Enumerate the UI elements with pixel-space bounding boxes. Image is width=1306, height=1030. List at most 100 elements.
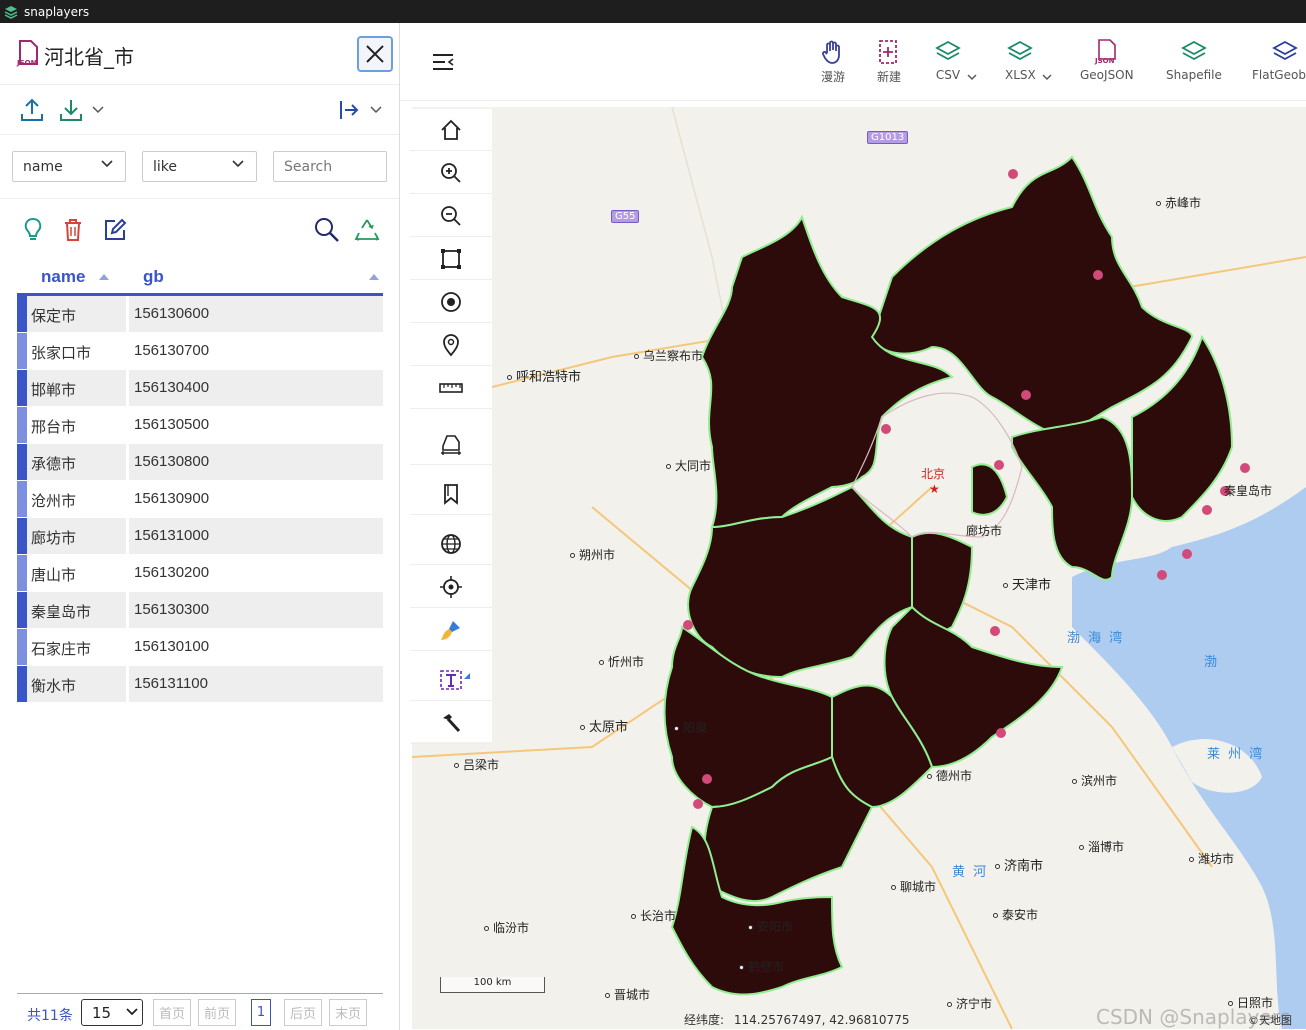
next-page-button[interactable]: 后页 — [284, 999, 322, 1026]
column-header-gb[interactable]: gb — [143, 267, 164, 287]
refresh-button[interactable] — [350, 213, 384, 247]
search-input[interactable] — [273, 151, 387, 182]
cell-separator — [126, 296, 129, 332]
toolbar-xlsx-button[interactable]: XLSX — [1005, 39, 1052, 82]
map-canvas[interactable]: G1013 G55 赤峰市 乌兰察布市 呼和浩特市 大同市 北京 ★ 廊坊市 天津市 秦皇岛市 朔州市… — [412, 107, 1306, 1029]
text-tool-tool-button[interactable] — [410, 659, 492, 701]
text-tool-icon — [440, 669, 462, 690]
toolbar-新建-button[interactable]: 新建 — [876, 39, 902, 85]
table-row[interactable]: 承德市 156130800 — [17, 444, 383, 481]
feature-tangshan[interactable] — [1011, 415, 1134, 581]
target-icon — [441, 291, 461, 312]
close-button[interactable] — [357, 36, 393, 72]
zoom-in-tool-button[interactable] — [410, 152, 492, 194]
toolbar-漫游-button[interactable]: 漫游 — [820, 39, 846, 85]
edit-button[interactable] — [98, 213, 132, 247]
map-label-text: 乌兰察布市 — [643, 349, 704, 363]
toolbar-geojson-button[interactable]: JSON GeoJSON — [1080, 39, 1134, 82]
row-indicator[interactable] — [17, 333, 27, 369]
zoom-out-tool-button[interactable] — [410, 195, 492, 237]
sort-asc-icon[interactable] — [369, 274, 379, 280]
hammer-tool-button[interactable] — [410, 702, 492, 744]
highlight-button[interactable] — [16, 213, 50, 247]
feature-beijing-hole[interactable] — [971, 463, 1009, 516]
row-indicator[interactable] — [17, 481, 27, 517]
cell-name: 衡水市 — [31, 677, 77, 695]
sidebar-toggle-button[interactable] — [426, 45, 460, 79]
crosshair-tool-button[interactable] — [410, 566, 492, 608]
select-box-tool-button[interactable] — [410, 238, 492, 280]
table-row[interactable]: 保定市 156130600 — [17, 296, 383, 333]
feature-chengde[interactable] — [870, 155, 1194, 439]
map-label-text: 秦皇岛市 — [1224, 484, 1273, 498]
export-dropdown[interactable] — [364, 93, 388, 127]
row-indicator[interactable] — [17, 555, 27, 591]
row-indicator[interactable] — [17, 629, 27, 665]
cell-name: 邯郸市 — [31, 381, 77, 399]
map-place-label: G55 — [611, 210, 640, 223]
map-place-label: 安阳市 — [748, 918, 793, 935]
action-toolbar — [0, 199, 399, 257]
table-row[interactable]: 石家庄市 156130100 — [17, 629, 383, 666]
city-dot-icon — [666, 464, 671, 469]
page-size-select[interactable]: 15 — [81, 999, 143, 1026]
app-logo-icon — [4, 5, 18, 19]
map-label-text: 淄博市 — [1088, 840, 1125, 854]
field-select[interactable]: name — [12, 151, 126, 182]
toolbar-shapefile-button[interactable]: Shapefile — [1166, 39, 1222, 82]
area-measure-tool-button[interactable] — [410, 423, 492, 465]
layers-icon — [935, 40, 961, 61]
bookmark-tool-button[interactable] — [410, 473, 492, 515]
table-row[interactable]: 衡水市 156131100 — [17, 666, 383, 703]
city-dot-icon — [947, 1002, 952, 1007]
delete-button[interactable] — [56, 213, 90, 247]
city-dot-icon — [891, 885, 896, 890]
row-indicator[interactable] — [17, 444, 27, 480]
column-header-name[interactable]: name — [41, 267, 85, 287]
row-indicator[interactable] — [17, 666, 27, 702]
row-indicator[interactable] — [17, 518, 27, 554]
row-indicator[interactable] — [17, 592, 27, 628]
city-dot-icon — [995, 864, 1000, 869]
table-row[interactable]: 沧州市 156130900 — [17, 481, 383, 518]
home-tool-button[interactable] — [410, 109, 492, 151]
map-label-text: 朔州市 — [579, 548, 616, 562]
clear-brush-tool-button[interactable] — [410, 609, 492, 651]
table-row[interactable]: 邯郸市 156130400 — [17, 370, 383, 407]
table-row[interactable]: 张家口市 156130700 — [17, 333, 383, 370]
ruler-tool-button[interactable] — [410, 367, 492, 409]
row-indicator[interactable] — [17, 407, 27, 443]
current-page-button[interactable]: 1 — [251, 999, 271, 1026]
zoom-out-icon — [441, 205, 461, 226]
search-button[interactable] — [310, 213, 344, 247]
crosshair-icon — [440, 575, 462, 598]
row-indicator[interactable] — [17, 370, 27, 406]
target-tool-button[interactable] — [410, 281, 492, 323]
sort-asc-icon[interactable] — [99, 274, 109, 280]
upload-button[interactable] — [15, 93, 49, 127]
toolbar-flatgeobuf-button[interactable]: FlatGeobuf — [1252, 39, 1306, 82]
toolbar-csv-button[interactable]: CSV — [935, 39, 977, 82]
operator-select[interactable]: like — [142, 151, 257, 182]
globe-icon — [441, 533, 461, 554]
table-row[interactable]: 邢台市 156130500 — [17, 407, 383, 444]
globe-tool-button[interactable] — [410, 523, 492, 565]
download-dropdown[interactable] — [86, 93, 110, 127]
city-dot-icon — [570, 553, 575, 558]
export-button[interactable] — [332, 93, 366, 127]
city-dot-icon — [484, 926, 489, 931]
map-place-label: 吕梁市 — [454, 756, 499, 773]
row-indicator[interactable] — [17, 296, 27, 332]
table-row[interactable]: 廊坊市 156131000 — [17, 518, 383, 555]
download-button[interactable] — [54, 93, 88, 127]
table-row[interactable]: 唐山市 156130200 — [17, 555, 383, 592]
first-page-button[interactable]: 首页 — [153, 999, 191, 1026]
last-page-button[interactable]: 末页 — [329, 999, 367, 1026]
svg-text:JSON: JSON — [1094, 57, 1115, 65]
map-label-text: 赤峰市 — [1165, 196, 1202, 210]
table-row[interactable]: 秦皇岛市 156130300 — [17, 592, 383, 629]
table-header: name gb — [17, 261, 383, 296]
panel-header: JSON 河北省_市 — [0, 23, 399, 85]
prev-page-button[interactable]: 前页 — [198, 999, 236, 1026]
location-pin-tool-button[interactable] — [410, 324, 492, 366]
